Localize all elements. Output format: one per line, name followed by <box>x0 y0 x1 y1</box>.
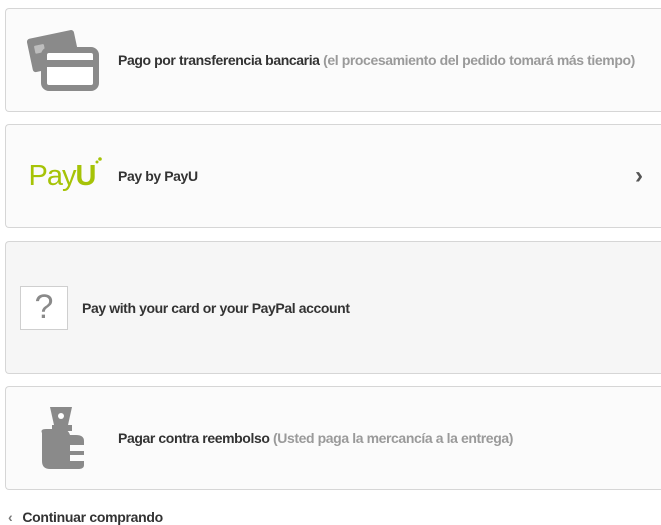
payment-option-cash-on-delivery[interactable]: Pagar contra reembolso (Usted paga la me… <box>5 386 661 490</box>
payment-option-title: Pago por transferencia bancaria <box>118 52 320 68</box>
bank-card-icon <box>6 8 118 112</box>
payu-logo-dots <box>95 156 103 163</box>
payment-option-title: Pay with your card or your PayPal accoun… <box>82 299 350 316</box>
continue-shopping-label: Continuar comprando <box>22 509 163 525</box>
payu-logo: PayU <box>6 124 118 228</box>
payment-option-note: (Usted paga la mercancía a la entrega) <box>272 430 513 446</box>
payu-logo-pay: Pay <box>28 159 77 192</box>
question-mark-icon-box: ? <box>6 241 82 374</box>
continue-shopping-link[interactable]: ‹ Continuar comprando <box>8 509 163 525</box>
payment-option-title: Pay by PayU <box>118 168 198 184</box>
payment-option-note: (el procesamiento del pedido tomará más … <box>323 52 635 68</box>
cash-hand-icon <box>6 386 118 490</box>
payment-option-bank-transfer[interactable]: Pago por transferencia bancaria (el proc… <box>5 8 661 112</box>
payment-option-title: Pagar contra reembolso <box>118 430 270 446</box>
question-mark-icon: ? <box>20 285 68 330</box>
payment-option-payu[interactable]: PayU Pay by PayU › <box>5 124 661 228</box>
payment-option-label: Pagar contra reembolso (Usted paga la me… <box>118 430 513 446</box>
payment-option-paypal[interactable]: ? Pay with your card or your PayPal acco… <box>5 241 661 374</box>
payu-logo-u: U <box>75 159 97 192</box>
chevron-left-icon: ‹ <box>8 509 13 525</box>
chevron-right-icon: › <box>635 162 643 189</box>
payment-option-label: Pago por transferencia bancaria (el proc… <box>118 52 635 68</box>
